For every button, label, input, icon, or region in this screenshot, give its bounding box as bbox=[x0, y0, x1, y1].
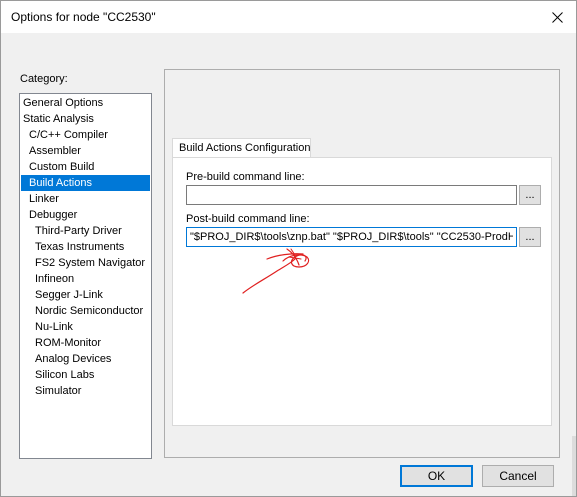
category-item-infineon[interactable]: Infineon bbox=[21, 271, 150, 287]
options-dialog: Options for node "CC2530" Category: Gene… bbox=[0, 0, 577, 497]
postbuild-label: Post-build command line: bbox=[186, 213, 310, 225]
category-item-rom-monitor[interactable]: ROM-Monitor bbox=[21, 335, 150, 351]
resize-grip[interactable] bbox=[572, 436, 576, 496]
postbuild-command-input[interactable] bbox=[186, 227, 517, 247]
category-item-silicon-labs[interactable]: Silicon Labs bbox=[21, 367, 150, 383]
category-item-nu-link[interactable]: Nu-Link bbox=[21, 319, 150, 335]
postbuild-browse-button[interactable]: ... bbox=[519, 227, 541, 247]
prebuild-browse-button[interactable]: ... bbox=[519, 185, 541, 205]
category-label: Category: bbox=[20, 73, 68, 85]
category-item-general-options[interactable]: General Options bbox=[21, 95, 150, 111]
ok-button[interactable]: OK bbox=[400, 465, 473, 487]
category-item-nordic-semiconductor[interactable]: Nordic Semiconductor bbox=[21, 303, 150, 319]
category-item-simulator[interactable]: Simulator bbox=[21, 383, 150, 399]
cancel-button[interactable]: Cancel bbox=[482, 465, 554, 487]
window-title: Options for node "CC2530" bbox=[11, 10, 156, 24]
category-item-build-actions[interactable]: Build Actions bbox=[21, 175, 150, 191]
category-item-analog-devices[interactable]: Analog Devices bbox=[21, 351, 150, 367]
close-icon bbox=[551, 11, 563, 23]
category-item-segger-j-link[interactable]: Segger J-Link bbox=[21, 287, 150, 303]
prebuild-command-input[interactable] bbox=[186, 185, 517, 205]
category-item-c-c-compiler[interactable]: C/C++ Compiler bbox=[21, 127, 150, 143]
close-button[interactable] bbox=[546, 7, 568, 27]
category-item-assembler[interactable]: Assembler bbox=[21, 143, 150, 159]
category-item-debugger[interactable]: Debugger bbox=[21, 207, 150, 223]
category-item-static-analysis[interactable]: Static Analysis bbox=[21, 111, 150, 127]
category-item-fs2-system-navigator[interactable]: FS2 System Navigator bbox=[21, 255, 150, 271]
prebuild-label: Pre-build command line: bbox=[186, 171, 305, 183]
category-list[interactable]: General Options Static Analysis C/C++ Comp… bbox=[19, 93, 152, 459]
category-item-custom-build[interactable]: Custom Build bbox=[21, 159, 150, 175]
category-item-linker[interactable]: Linker bbox=[21, 191, 150, 207]
tab-build-actions-configuration[interactable]: Build Actions Configuration bbox=[172, 138, 311, 158]
category-item-third-party-driver[interactable]: Third-Party Driver bbox=[21, 223, 150, 239]
title-bar: Options for node "CC2530" bbox=[1, 1, 576, 33]
category-item-texas-instruments[interactable]: Texas Instruments bbox=[21, 239, 150, 255]
